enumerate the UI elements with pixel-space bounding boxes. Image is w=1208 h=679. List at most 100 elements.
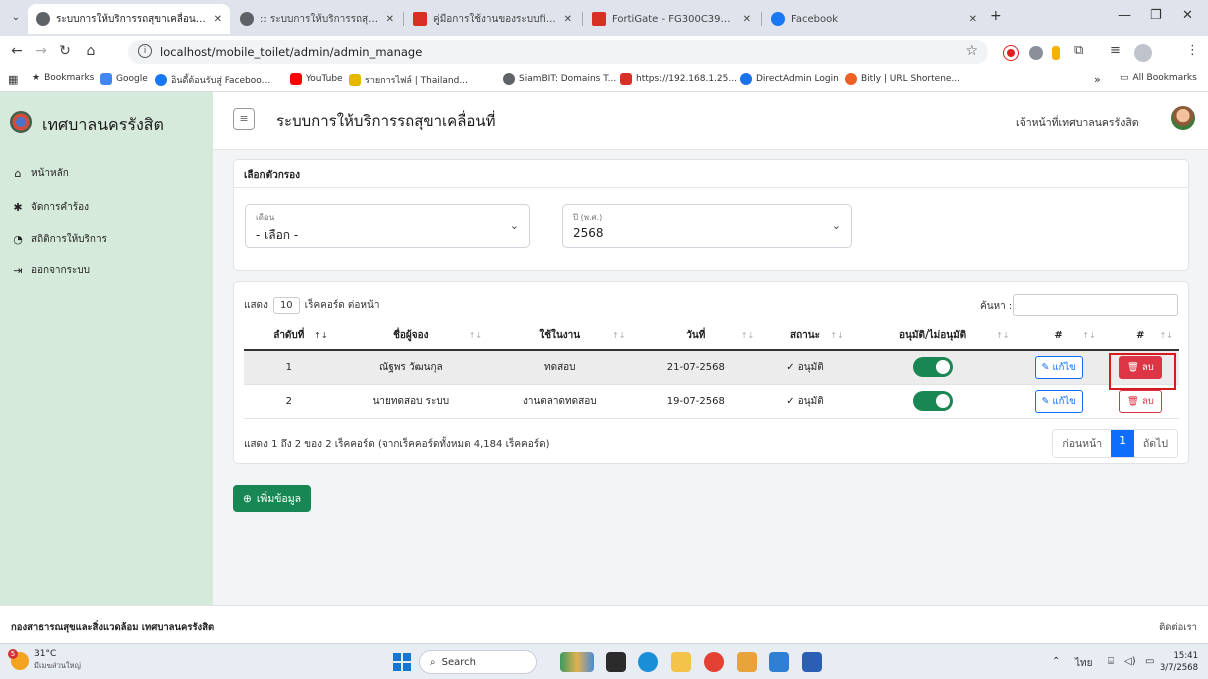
column-header-no[interactable]: ลำดับที่ ↑↓ bbox=[244, 322, 334, 351]
pagination-previous[interactable]: ก่อนหน้า bbox=[1053, 430, 1112, 457]
column-header-date[interactable]: วันที่ ↑↓ bbox=[631, 322, 761, 351]
system-clock[interactable]: 15:41 3/7/2568 bbox=[1160, 650, 1198, 674]
close-icon[interactable]: ✕ bbox=[969, 14, 977, 25]
window-close-icon[interactable]: ✕ bbox=[1182, 8, 1193, 23]
column-header-delete[interactable]: # ↑↓ bbox=[1101, 322, 1179, 351]
search-input[interactable] bbox=[1013, 294, 1178, 316]
menu-toggle-button[interactable]: ≡ bbox=[233, 108, 255, 130]
approve-toggle[interactable] bbox=[912, 391, 953, 411]
cell-date: 21-07-2568 bbox=[631, 350, 761, 385]
tab-title: :: ระบบการให้บริการรถสุขาเคลื่อนที่ ก bbox=[260, 13, 380, 25]
sidebar-item-home[interactable]: ⌂ หน้าหลัก bbox=[12, 166, 69, 181]
page-length-select[interactable]: 10 bbox=[272, 297, 300, 314]
browser-tab-1[interactable]: ระบบการให้บริการรถสุขาเคลื่อนที่ กอ ✕ bbox=[28, 4, 230, 34]
edit-button[interactable]: ✎ แก้ไข bbox=[1034, 355, 1083, 379]
taskbar-app-icon[interactable] bbox=[606, 652, 626, 672]
month-select[interactable]: เดือน - เลือก - ⌄ bbox=[245, 204, 530, 248]
add-data-button[interactable]: ⊕ เพิ่มข้อมูล bbox=[233, 485, 312, 512]
approve-toggle[interactable] bbox=[912, 357, 953, 378]
windows-start-icon[interactable] bbox=[393, 653, 411, 671]
back-icon[interactable]: ← bbox=[8, 43, 26, 59]
restore-icon[interactable]: ❐ bbox=[1150, 8, 1162, 23]
avatar[interactable] bbox=[1171, 106, 1195, 130]
column-header-name[interactable]: ชื่อผู้จอง ↑↓ bbox=[333, 322, 489, 351]
chrome-icon[interactable] bbox=[704, 652, 724, 672]
url-text[interactable]: localhost/mobile_toilet/admin/admin_mana… bbox=[160, 45, 422, 59]
edit-icon: ✎ bbox=[1041, 361, 1050, 373]
user-name[interactable]: เจ้าหน้าที่เทศบาลนครรังสิต bbox=[1016, 114, 1139, 131]
bookmarks-overflow-button[interactable]: » bbox=[1094, 73, 1101, 86]
bookmark-item[interactable]: อินดี้ต้อนรับสู่ Faceboo... bbox=[155, 73, 270, 87]
contact-link[interactable]: ติดต่อเรา bbox=[1159, 620, 1197, 635]
filter-heading: เลือกตัวกรอง bbox=[234, 160, 1188, 188]
sidebar-item-logout[interactable]: ⇥ ออกจากระบบ bbox=[12, 263, 90, 278]
bookmark-item[interactable]: รายการไฟล์ | Thailand... bbox=[349, 73, 468, 87]
browser-menu-icon[interactable]: ⋮ bbox=[1186, 43, 1199, 58]
taskbar-app-icon[interactable] bbox=[737, 652, 757, 672]
all-bookmarks-button[interactable]: ▭ All Bookmarks bbox=[1120, 73, 1197, 83]
new-tab-button[interactable]: + bbox=[990, 8, 1002, 24]
bookmark-item[interactable]: Bitly | URL Shortene... bbox=[845, 73, 960, 85]
column-header-edit[interactable]: # ↑↓ bbox=[1015, 322, 1102, 351]
volume-icon[interactable]: ◁) bbox=[1124, 656, 1136, 667]
bookmark-item[interactable]: SiamBIT: Domains T... bbox=[503, 73, 616, 85]
delete-button[interactable]: 🗑 ลบ bbox=[1118, 389, 1162, 413]
bookmark-star-icon[interactable]: ☆ bbox=[965, 43, 978, 59]
cell-name: ณัฐพร วัฒนกุล bbox=[333, 350, 489, 385]
tab-search-icon[interactable]: ⌄ bbox=[8, 10, 24, 26]
extensions-puzzle-icon[interactable]: ⧉ bbox=[1074, 43, 1083, 58]
edit-button[interactable]: ✎ แก้ไข bbox=[1034, 389, 1083, 413]
brand[interactable]: เทศบาลนครรังสิต bbox=[0, 92, 213, 152]
site-info-icon[interactable]: i bbox=[138, 44, 152, 58]
address-bar[interactable]: i localhost/mobile_toilet/admin/admin_ma… bbox=[128, 40, 988, 64]
folder-icon: ▭ bbox=[1120, 73, 1129, 83]
edge-icon[interactable] bbox=[638, 652, 658, 672]
pagination-next[interactable]: ถัดไป bbox=[1133, 430, 1177, 457]
tab-divider bbox=[761, 12, 762, 26]
home-icon[interactable]: ⌂ bbox=[82, 43, 100, 59]
browser-tab-5[interactable]: Facebook ✕ bbox=[763, 4, 985, 34]
bookmark-item[interactable]: DirectAdmin Login bbox=[740, 73, 839, 85]
input-language[interactable]: ไทย bbox=[1075, 656, 1092, 671]
reading-list-icon[interactable]: ≡ bbox=[1110, 43, 1121, 58]
close-icon[interactable]: ✕ bbox=[743, 14, 751, 25]
column-header-event[interactable]: ใช้ในงาน ↑↓ bbox=[488, 322, 632, 351]
weather-widget[interactable]: 5 31°C มีเมฆส่วนใหญ่ bbox=[8, 648, 81, 672]
close-icon[interactable]: ✕ bbox=[214, 14, 222, 25]
browser-tab-2[interactable]: :: ระบบการให้บริการรถสุขาเคลื่อนที่ ก ✕ bbox=[232, 4, 402, 34]
browser-tab-4[interactable]: FortiGate - FG300C3913604473 ✕ bbox=[584, 4, 759, 34]
reload-icon[interactable]: ↻ bbox=[56, 43, 74, 59]
taskbar-search[interactable]: ⌕ Search bbox=[419, 650, 537, 674]
star-icon: ★ bbox=[32, 73, 41, 83]
year-select[interactable]: ปี (พ.ศ.) 2568 ⌄ bbox=[562, 204, 852, 248]
minimize-icon[interactable]: — bbox=[1118, 8, 1131, 23]
pagination-page-1[interactable]: 1 bbox=[1111, 430, 1134, 457]
column-header-approve[interactable]: อนุมัติ/ไม่อนุมัติ ↑↓ bbox=[849, 322, 1016, 351]
bulb-extension-icon[interactable] bbox=[1052, 46, 1060, 60]
weather-desc: มีเมฆส่วนใหญ่ bbox=[34, 661, 81, 670]
browser-tab-3[interactable]: คู่มือการใช้งานของระบบfinal-1.pdf ✕ bbox=[405, 4, 580, 34]
notification-badge: 5 bbox=[8, 648, 18, 659]
close-icon[interactable]: ✕ bbox=[386, 14, 394, 25]
record-extension-icon[interactable] bbox=[1004, 46, 1018, 60]
battery-icon[interactable]: ▭ bbox=[1145, 656, 1154, 667]
bookmark-item[interactable]: YouTube bbox=[290, 73, 343, 85]
table-header-row: ลำดับที่ ↑↓ ชื่อผู้จอง ↑↓ ใช้ในงาน ↑↓ วันที… bbox=[244, 322, 1179, 351]
close-icon[interactable]: ✕ bbox=[564, 14, 572, 25]
bookmark-item[interactable]: Google bbox=[100, 73, 148, 85]
apps-icon[interactable]: ▦ bbox=[8, 73, 18, 86]
sidebar-item-statistics[interactable]: ◔ สถิติการให้บริการ bbox=[12, 232, 107, 247]
network-icon[interactable]: ⌸ bbox=[1108, 656, 1114, 667]
sidebar-item-requests[interactable]: ✱ จัดการคำร้อง bbox=[12, 200, 89, 215]
column-header-status[interactable]: สถานะ ↑↓ bbox=[760, 322, 850, 351]
extension-icon[interactable] bbox=[1029, 46, 1043, 60]
profile-avatar[interactable] bbox=[1134, 44, 1152, 62]
file-explorer-icon[interactable] bbox=[671, 652, 691, 672]
forward-icon[interactable]: → bbox=[32, 43, 50, 59]
bookmark-item[interactable]: https://192.168.1.25... bbox=[620, 73, 737, 85]
tray-overflow-icon[interactable]: ⌃ bbox=[1052, 656, 1060, 667]
word-icon[interactable] bbox=[802, 652, 822, 672]
vscode-icon[interactable] bbox=[769, 652, 789, 672]
taskbar-widget-icon[interactable] bbox=[560, 652, 594, 672]
bookmark-item[interactable]: ★ Bookmarks bbox=[32, 73, 94, 83]
